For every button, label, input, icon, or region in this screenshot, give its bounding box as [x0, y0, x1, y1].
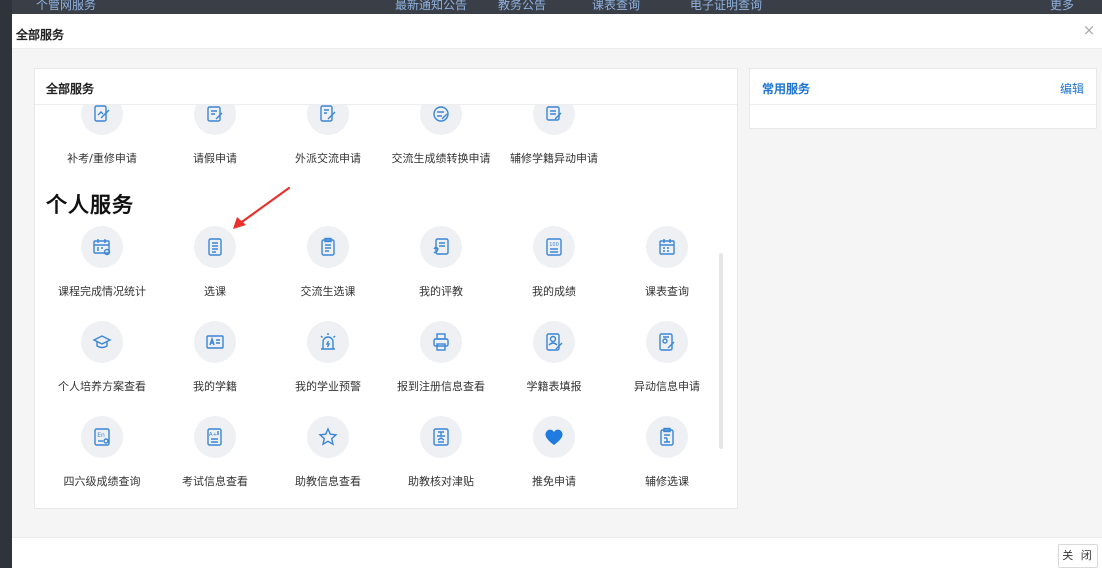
background-nav-strip: 个管网服务 最新通知公告 教务公告 课表查询 电子证明查询 更多: [0, 0, 1102, 14]
services-scroll-area[interactable]: 补考/重修申请 请假申请 外派交流申请 交流生成绩转换申请 辅修学籍异动申请 个…: [35, 105, 737, 508]
service-item[interactable]: 异动信息申请: [617, 321, 717, 394]
svg-text:A+: A+: [209, 432, 218, 438]
graduation-cap-icon: [81, 321, 123, 363]
service-item[interactable]: 补考/重修申请: [52, 105, 152, 166]
service-label: 推免申请: [532, 475, 576, 488]
background-left-bar: [0, 0, 12, 568]
service-item[interactable]: 选课: [165, 226, 265, 299]
service-item[interactable]: 学籍表填报: [504, 321, 604, 394]
modal-header: 全部服务 ×: [12, 14, 1102, 49]
background-nav-item: 教务公告: [498, 0, 547, 12]
service-item[interactable]: 辅修学籍异动申请: [504, 105, 604, 166]
service-item[interactable]: 交流生成绩转换申请: [391, 105, 491, 166]
service-item[interactable]: 推免申请: [504, 416, 604, 489]
svg-text:En: En: [97, 432, 105, 439]
service-label: 助教信息查看: [295, 475, 361, 488]
service-label: 请假申请: [193, 152, 237, 165]
panel-header: 常用服务 编辑: [750, 69, 1096, 105]
service-label: 我的学业预警: [295, 380, 361, 393]
service-label: 课表查询: [645, 285, 689, 298]
service-label: 助教核对津贴: [408, 475, 474, 488]
all-services-panel: 全部服务 补考/重修申请 请假申请 外派交流申请 交流生成绩转换申请 辅修学籍异…: [34, 68, 738, 509]
timetable-icon: [646, 226, 688, 268]
heart-icon: [533, 416, 575, 458]
service-item[interactable]: 外派交流申请: [278, 105, 378, 166]
service-label: 个人培养方案查看: [58, 380, 146, 393]
service-label: 考试信息查看: [182, 475, 248, 488]
service-item[interactable]: 我的学籍: [165, 321, 265, 394]
background-nav-item: 课表查询: [592, 0, 641, 12]
background-nav-item: 更多: [1050, 0, 1075, 12]
close-button[interactable]: 关 闭: [1058, 544, 1098, 568]
service-item[interactable]: 个人培养方案查看: [52, 321, 152, 394]
service-label: 报到注册信息查看: [397, 380, 485, 393]
background-nav-item: 最新通知公告: [395, 0, 468, 12]
form-pen-icon: [307, 105, 349, 135]
svg-text:100: 100: [549, 242, 559, 248]
service-item[interactable]: 助教信息查看: [278, 416, 378, 489]
service-label: 辅修学籍异动申请: [510, 152, 598, 165]
service-label: 我的评教: [419, 285, 463, 298]
edit-link[interactable]: 编辑: [1060, 80, 1084, 97]
alarm-light-icon: [307, 321, 349, 363]
modal-footer: 关 闭: [12, 537, 1102, 569]
change-edit-icon: [646, 321, 688, 363]
exam-doc-icon: A+: [194, 416, 236, 458]
service-label: 异动信息申请: [634, 380, 700, 393]
clipboard-icon: [307, 226, 349, 268]
english-doc-icon: En: [81, 416, 123, 458]
service-label: 补考/重修申请: [67, 152, 137, 165]
service-item[interactable]: 我的评教: [391, 226, 491, 299]
common-services-panel: 常用服务 编辑: [749, 68, 1097, 129]
printer-icon: [420, 321, 462, 363]
service-label: 我的学籍: [193, 380, 237, 393]
service-label: 交流生选课: [300, 285, 356, 298]
score-100-icon: 100: [533, 226, 575, 268]
all-services-modal: 全部服务 × 全部服务 补考/重修申请 请假申请 外派交流申请 交流生成绩转换申…: [12, 14, 1102, 569]
scrollbar[interactable]: [719, 253, 723, 449]
service-item[interactable]: 助教核对津贴: [391, 416, 491, 489]
rate-doc-icon: [420, 226, 462, 268]
service-item[interactable]: 课表查询: [617, 226, 717, 299]
user-doc-icon: [533, 321, 575, 363]
service-label: 课程完成情况统计: [58, 285, 146, 298]
panel-header: 全部服务: [35, 69, 737, 105]
service-item[interactable]: A+ 考试信息查看: [165, 416, 265, 489]
red-arrow-annotation: [233, 186, 291, 229]
service-item[interactable]: 100 我的成绩: [504, 226, 604, 299]
service-label: 学籍表填报: [526, 380, 582, 393]
service-label: 交流生成绩转换申请: [391, 152, 491, 165]
service-item[interactable]: 请假申请: [165, 105, 265, 166]
swap-edit-icon: [420, 105, 462, 135]
modal-body: 全部服务 补考/重修申请 请假申请 外派交流申请 交流生成绩转换申请 辅修学籍异…: [12, 49, 1102, 537]
star-icon: [307, 416, 349, 458]
card-edit-icon: [533, 105, 575, 135]
allowance-doc-icon: [420, 416, 462, 458]
service-item[interactable]: En 四六级成绩查询: [52, 416, 152, 489]
calendar-search-icon: [81, 226, 123, 268]
background-nav-item: 个管网服务: [36, 0, 97, 12]
service-item[interactable]: 报到注册信息查看: [391, 321, 491, 394]
modal-title: 全部服务: [16, 28, 65, 42]
panel-title: 全部服务: [46, 82, 95, 96]
doc-edit-icon: [194, 105, 236, 135]
service-label: 辅修选课: [645, 475, 689, 488]
service-item[interactable]: 课程完成情况统计: [52, 226, 152, 299]
service-label: 外派交流申请: [295, 152, 361, 165]
service-item[interactable]: 我的学业预警: [278, 321, 378, 394]
background-nav-item: 电子证明查询: [690, 0, 763, 12]
section-title-personal: 个人服务: [46, 193, 134, 217]
pencil-form-icon: [81, 105, 123, 135]
service-item[interactable]: 辅修选课: [617, 416, 717, 489]
minor-doc-icon: [646, 416, 688, 458]
service-label: 四六级成绩查询: [63, 475, 141, 488]
service-label: 我的成绩: [532, 285, 576, 298]
panel-title: 常用服务: [762, 82, 811, 96]
id-card-icon: [194, 321, 236, 363]
close-icon[interactable]: ×: [1082, 23, 1096, 38]
service-item[interactable]: 交流生选课: [278, 226, 378, 299]
service-label: 选课: [204, 285, 226, 298]
